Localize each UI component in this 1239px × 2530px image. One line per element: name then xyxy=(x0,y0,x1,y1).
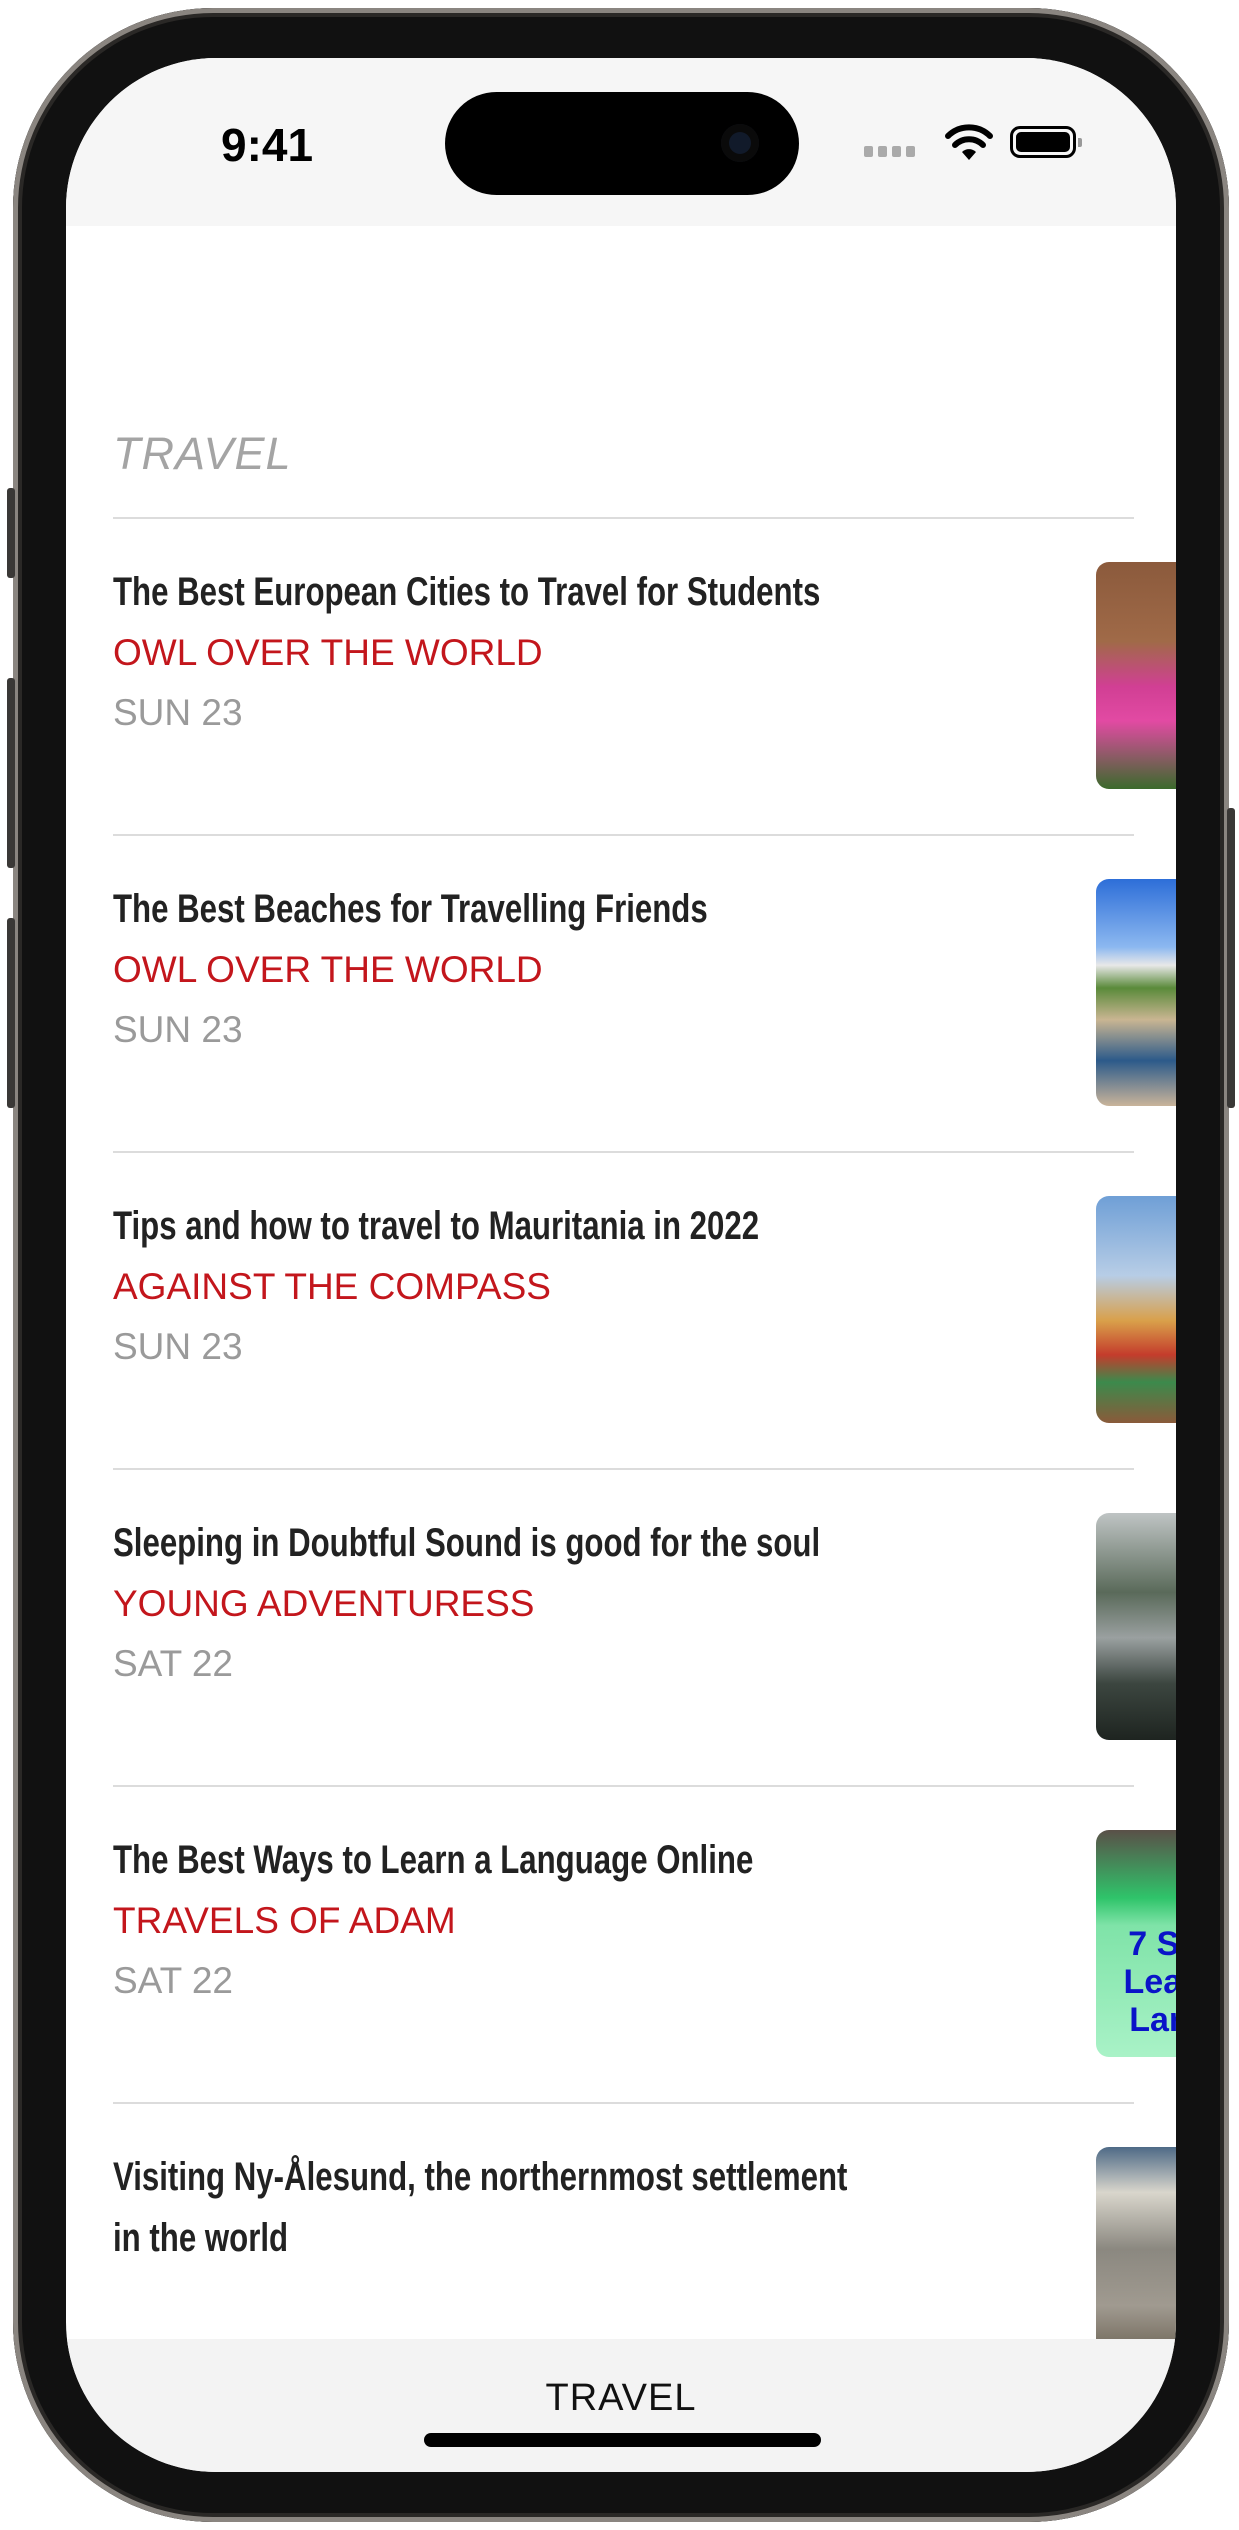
article-source: OWL OVER THE WORLD xyxy=(113,632,543,673)
article-thumbnail[interactable]: 7 Steps to Learning a Language xyxy=(1096,1830,1176,2057)
home-indicator[interactable] xyxy=(424,2433,821,2447)
article-date: SUN 23 xyxy=(113,1009,243,1050)
article-source: AGAINST THE COMPASS xyxy=(113,1266,551,1307)
status-time: 9:41 xyxy=(221,119,314,171)
wifi-icon xyxy=(945,124,993,160)
article-date: SUN 23 xyxy=(113,1326,243,1367)
article-item[interactable]: Tips and how to travel to Mauritania in … xyxy=(113,1151,1176,1468)
article-date: SUN 23 xyxy=(113,692,243,733)
article-thumbnail[interactable] xyxy=(1096,562,1176,789)
article-item[interactable]: The Best Ways to Learn a Language Online… xyxy=(113,1785,1176,2102)
article-thumbnail[interactable] xyxy=(1096,879,1176,1106)
article-date: SAT 22 xyxy=(113,1643,233,1684)
article-title[interactable]: Visiting Ny-Ålesund, the northernmost se… xyxy=(113,2147,880,2269)
article-thumbnail[interactable] xyxy=(1096,1513,1176,1740)
dynamic-island xyxy=(445,92,799,195)
article-title[interactable]: Tips and how to travel to Mauritania in … xyxy=(113,1196,880,1257)
article-source: TRAVELS OF ADAM xyxy=(113,1900,456,1941)
article-source: OWL OVER THE WORLD xyxy=(113,949,543,990)
article-title[interactable]: The Best Beaches for Travelling Friends xyxy=(113,879,880,940)
camera-icon xyxy=(721,124,759,162)
section-title: TRAVEL xyxy=(113,428,292,479)
screen: 9:41 TRAVEL The Best European Cities to … xyxy=(66,58,1176,2472)
article-title[interactable]: Sleeping in Doubtful Sound is good for t… xyxy=(113,1513,880,1574)
article-title[interactable]: The Best European Cities to Travel for S… xyxy=(113,562,880,623)
volume-down-button xyxy=(7,918,15,1108)
article-item[interactable]: The Best European Cities to Travel for S… xyxy=(113,517,1176,834)
thumbnail-text: 7 Steps to Learning a Language xyxy=(1123,1925,1176,2039)
article-title[interactable]: The Best Ways to Learn a Language Online xyxy=(113,1830,880,1891)
article-source: YOUNG ADVENTURESS xyxy=(113,1583,535,1624)
bottom-bar-label[interactable]: TRAVEL xyxy=(66,2377,1176,2420)
phone-frame: 9:41 TRAVEL The Best European Cities to … xyxy=(7,8,1235,2522)
volume-up-button xyxy=(7,678,15,868)
mute-switch xyxy=(7,488,15,578)
bottom-bar: TRAVEL xyxy=(66,2339,1176,2472)
battery-icon xyxy=(1010,126,1082,158)
article-item[interactable]: The Best Beaches for Travelling Friends … xyxy=(113,834,1176,1151)
cellular-signal-icon xyxy=(864,146,915,157)
article-list[interactable]: The Best European Cities to Travel for S… xyxy=(113,517,1176,2419)
article-thumbnail[interactable] xyxy=(1096,1196,1176,1423)
power-button xyxy=(1227,808,1235,1108)
status-bar: 9:41 xyxy=(66,58,1176,226)
article-date: SAT 22 xyxy=(113,1960,233,2001)
article-item[interactable]: Sleeping in Doubtful Sound is good for t… xyxy=(113,1468,1176,1785)
